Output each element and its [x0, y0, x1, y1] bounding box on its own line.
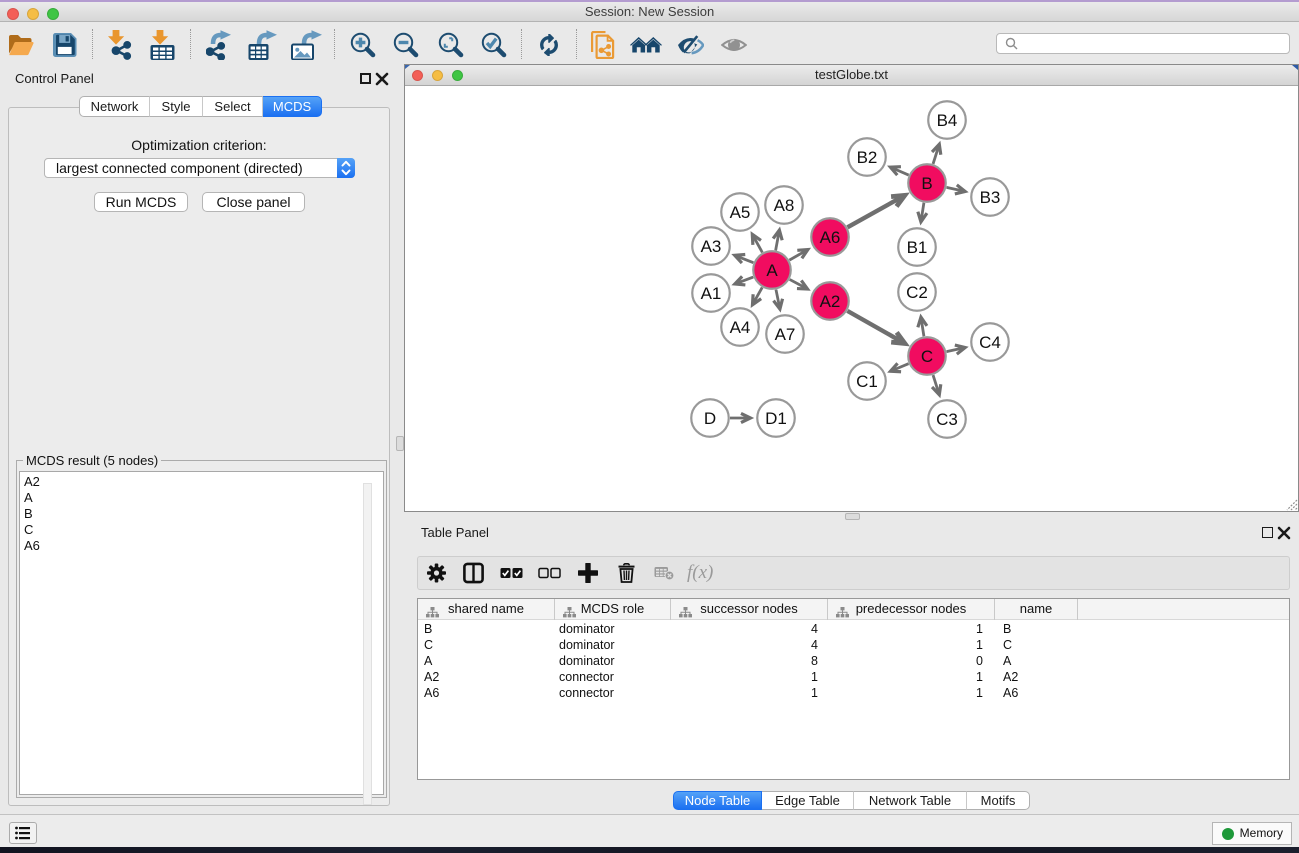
svg-text:A1: A1	[701, 284, 722, 303]
svg-text:A5: A5	[730, 203, 751, 222]
svg-text:C4: C4	[979, 333, 1001, 352]
svg-text:C1: C1	[856, 372, 878, 391]
svg-text:C2: C2	[906, 283, 928, 302]
svg-text:B4: B4	[937, 111, 958, 130]
svg-text:B2: B2	[857, 148, 878, 167]
svg-text:A4: A4	[730, 318, 751, 337]
svg-text:C3: C3	[936, 410, 958, 429]
svg-text:A8: A8	[774, 196, 795, 215]
svg-text:A3: A3	[701, 237, 722, 256]
svg-text:A6: A6	[820, 228, 841, 247]
svg-text:B: B	[921, 174, 932, 193]
svg-text:C: C	[921, 347, 933, 366]
svg-text:D1: D1	[765, 409, 787, 428]
svg-text:A: A	[766, 261, 778, 280]
svg-text:D: D	[704, 409, 716, 428]
svg-text:A7: A7	[775, 325, 796, 344]
svg-text:B3: B3	[980, 188, 1001, 207]
svg-text:B1: B1	[907, 238, 928, 257]
svg-text:A2: A2	[820, 292, 841, 311]
